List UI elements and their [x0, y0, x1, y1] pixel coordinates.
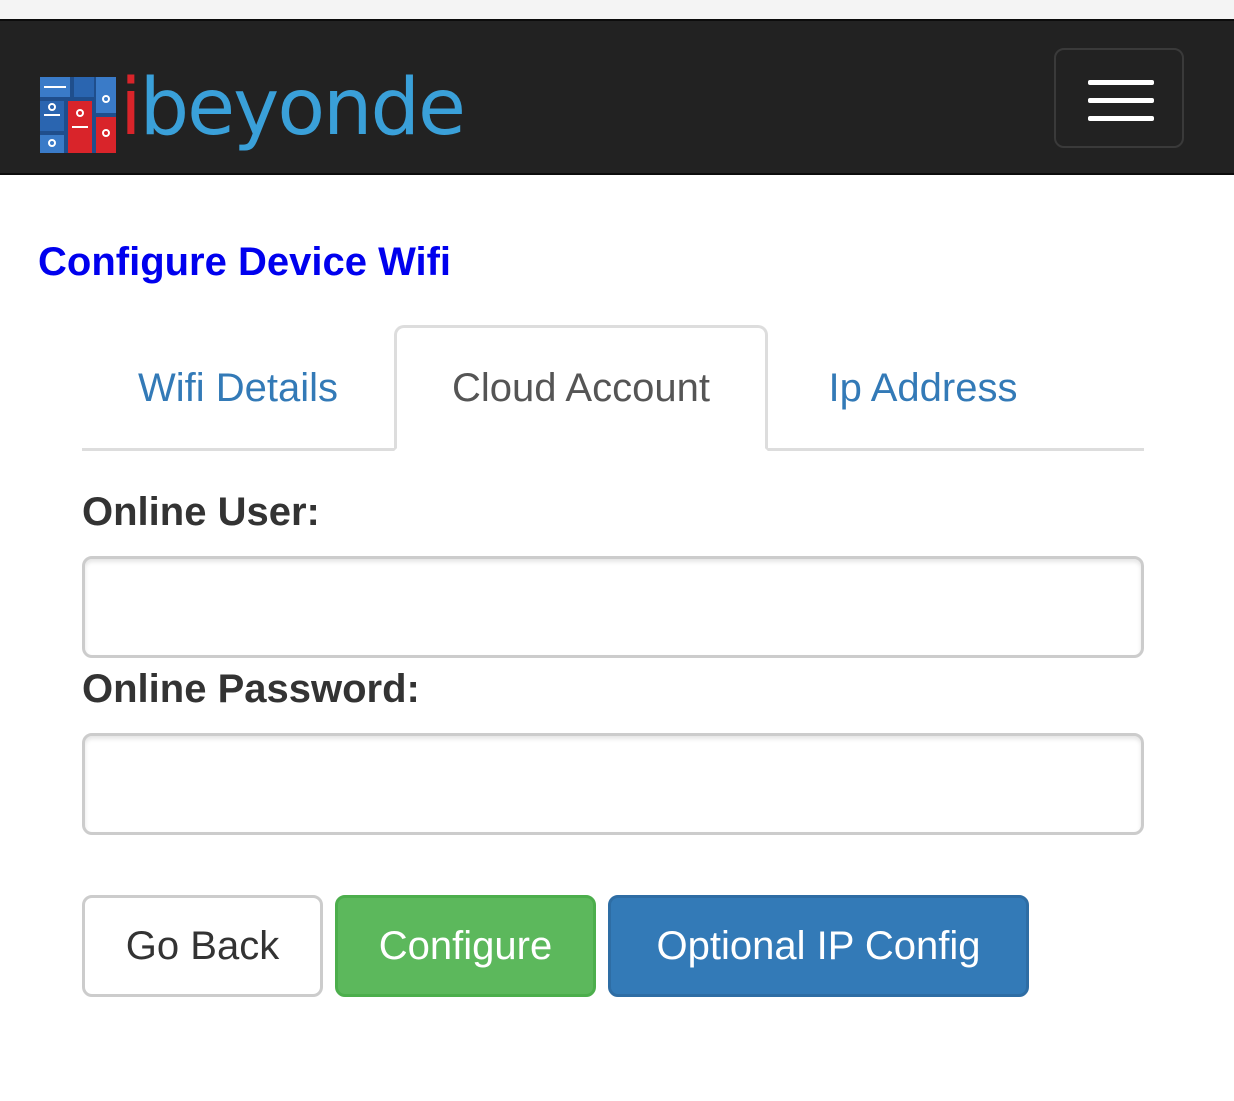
online-password-label: Online Password:	[82, 667, 420, 711]
brand-wordmark: ibeyonde	[120, 69, 466, 147]
tab-bar: Wifi Details Cloud Account Ip Address	[82, 325, 1144, 451]
navbar: ibeyonde	[0, 19, 1234, 175]
optional-ip-config-button[interactable]: Optional IP Config	[608, 895, 1029, 997]
configure-button[interactable]: Configure	[335, 895, 596, 997]
page-title: Configure Device Wifi	[38, 240, 452, 284]
online-password-input[interactable]	[82, 733, 1144, 835]
tab-wifi-details[interactable]: Wifi Details	[82, 325, 394, 451]
menu-toggle-button[interactable]	[1054, 48, 1184, 148]
online-user-input[interactable]	[82, 556, 1144, 658]
go-back-button[interactable]: Go Back	[82, 895, 323, 997]
brand-logo[interactable]: ibeyonde	[40, 65, 466, 165]
brand-letter-i: i	[120, 63, 142, 153]
tab-cloud-account[interactable]: Cloud Account	[394, 325, 768, 451]
brand-name: beyonde	[139, 63, 466, 153]
online-user-label: Online User:	[82, 490, 320, 534]
browser-top-strip	[0, 0, 1234, 19]
circuit-board-logo-icon	[40, 77, 116, 153]
tab-ip-address[interactable]: Ip Address	[768, 325, 1078, 451]
